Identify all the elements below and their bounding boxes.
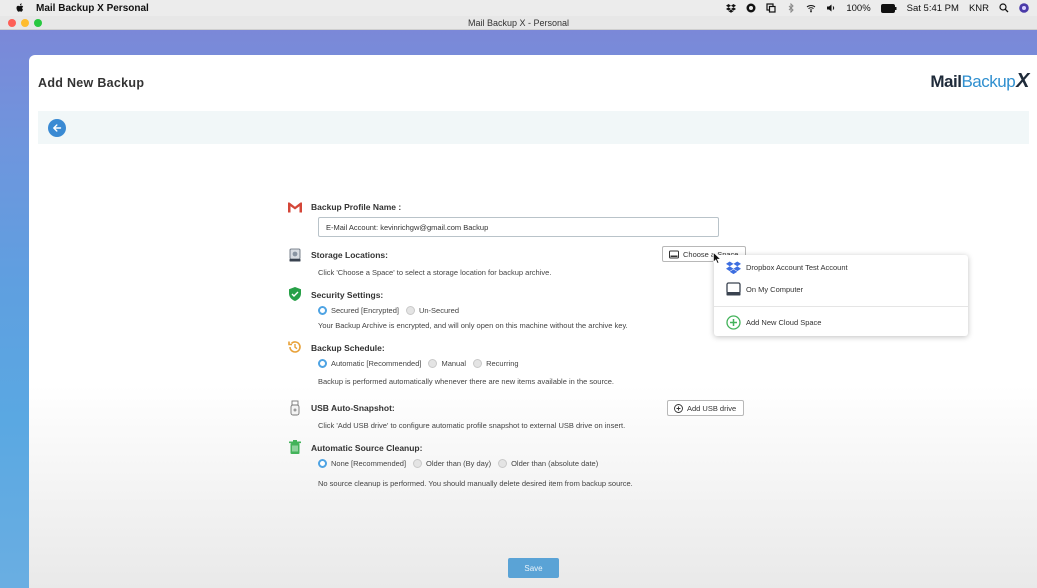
schedule-description: Backup is performed automatically whenev… (318, 377, 614, 386)
hard-drive-icon (289, 248, 301, 262)
page-title: Add New Backup (38, 76, 145, 90)
add-usb-drive-button[interactable]: Add USB drive (667, 400, 745, 416)
radio-automatic[interactable]: Automatic [Recommended] (318, 359, 421, 368)
dropdown-separator (714, 306, 968, 307)
window-titlebar[interactable]: Mail Backup X - Personal (0, 16, 1037, 30)
shield-icon (289, 287, 301, 301)
close-window-button[interactable] (8, 19, 16, 27)
radio-secured-label: Secured [Encrypted] (331, 306, 399, 315)
dropdown-item-add-cloud-space[interactable]: Add New Cloud Space (726, 315, 821, 330)
menu-bar: Mail Backup X Personal 100% Sat 5:41 PM … (0, 0, 1037, 16)
bluetooth-icon[interactable] (786, 3, 796, 13)
security-radio-group: Secured [Encrypted] Un-Secured (318, 306, 466, 315)
logo-mail: Mail (930, 72, 962, 91)
wifi-icon[interactable] (806, 3, 816, 13)
radio-manual[interactable]: Manual (428, 359, 466, 368)
add-usb-drive-label: Add USB drive (687, 403, 737, 413)
radio-button[interactable] (405, 306, 415, 315)
cleanup-radio-group: None [Recommended] Older than (By day) O… (318, 459, 605, 468)
dropdown-item-add-cloud-space-label: Add New Cloud Space (746, 318, 822, 327)
radio-button[interactable] (413, 459, 423, 468)
radio-button-selected[interactable] (318, 459, 327, 468)
history-clock-icon (288, 341, 301, 353)
dropdown-item-dropbox-label: Dropbox Account Test Account (746, 263, 848, 272)
apple-menu-icon[interactable] (14, 2, 26, 14)
radio-none[interactable]: None [Recommended] (318, 459, 406, 468)
clock[interactable]: Sat 5:41 PM (907, 3, 959, 14)
backup-schedule-label: Backup Schedule: (311, 343, 385, 353)
radio-manual-label: Manual (441, 359, 467, 368)
radio-button-selected[interactable] (318, 359, 327, 368)
radio-button[interactable] (498, 459, 508, 468)
dropdown-item-dropbox[interactable]: Dropbox Account Test Account (726, 261, 848, 274)
cleanup-description: No source cleanup is performed. You shou… (318, 479, 633, 488)
radio-button[interactable] (428, 359, 438, 368)
keyboard-input-source[interactable]: KNR (969, 3, 989, 14)
hard-disk-icon (726, 282, 741, 296)
nav-toolbar (38, 111, 1029, 144)
minimize-window-button[interactable] (21, 19, 29, 27)
radio-recurring[interactable]: Recurring (473, 359, 519, 368)
record-status-icon[interactable] (746, 3, 756, 13)
profile-name-input[interactable] (318, 217, 719, 237)
radio-older-by-day-label: Older than (By day) (426, 459, 492, 468)
dropdown-item-on-my-computer[interactable]: On My Computer (726, 282, 803, 296)
radio-unsecured[interactable]: Un-Secured (405, 306, 459, 315)
dropbox-status-icon[interactable] (726, 3, 737, 13)
logo-backup: Backup (961, 72, 1016, 91)
radio-none-label: None [Recommended] (331, 459, 407, 468)
window-controls (8, 19, 42, 27)
dropdown-item-on-my-computer-label: On My Computer (746, 284, 804, 294)
schedule-radio-group: Automatic [Recommended] Manual Recurring (318, 359, 526, 368)
security-description: Your Backup Archive is encrypted, and wi… (318, 321, 628, 330)
storage-description: Click 'Choose a Space' to select a stora… (318, 268, 552, 277)
user-avatar-icon[interactable] (1019, 3, 1029, 13)
radio-older-by-day[interactable]: Older than (By day) (413, 459, 491, 468)
radio-button-selected[interactable] (318, 306, 327, 315)
usb-drive-icon (290, 400, 300, 416)
zoom-window-button[interactable] (34, 19, 42, 27)
brand-logo: Mail Backup X (930, 70, 1029, 93)
radio-button[interactable] (473, 359, 483, 368)
add-circle-icon (726, 315, 741, 330)
radio-recurring-label: Recurring (486, 359, 519, 368)
gmail-icon (288, 202, 302, 213)
back-button[interactable] (48, 119, 66, 137)
volume-icon[interactable] (826, 3, 836, 13)
radio-secured[interactable]: Secured [Encrypted] (318, 306, 399, 315)
usb-auto-snapshot-label: USB Auto-Snapshot: (311, 403, 395, 413)
trash-icon (289, 440, 301, 454)
save-button[interactable]: Save (508, 558, 559, 578)
radio-unsecured-label: Un-Secured (418, 306, 459, 315)
security-settings-label: Security Settings: (311, 290, 384, 300)
plus-circle-icon (674, 403, 683, 413)
screens-status-icon[interactable] (766, 3, 776, 13)
radio-older-absolute[interactable]: Older than (absolute date) (498, 459, 598, 468)
battery-icon[interactable] (880, 3, 897, 13)
arrow-left-icon (53, 124, 62, 132)
battery-percent: 100% (846, 2, 871, 14)
window-title: Mail Backup X - Personal (467, 18, 570, 28)
usb-description: Click 'Add USB drive' to configure autom… (318, 421, 626, 430)
app-name-menu[interactable]: Mail Backup X Personal (36, 3, 149, 14)
drive-icon (669, 250, 679, 258)
profile-name-label: Backup Profile Name : (311, 202, 402, 212)
storage-dropdown-menu: Dropbox Account Test Account On My Compu… (714, 255, 968, 336)
status-area: 100% Sat 5:41 PM KNR (726, 0, 1029, 16)
spotlight-search-icon[interactable] (999, 3, 1009, 13)
storage-locations-label: Storage Locations: (311, 250, 388, 260)
radio-older-absolute-label: Older than (absolute date) (511, 459, 599, 468)
dropbox-icon (726, 261, 741, 274)
radio-automatic-label: Automatic [Recommended] (331, 359, 422, 368)
mouse-pointer-icon (713, 252, 722, 264)
logo-x: X (1016, 70, 1029, 92)
source-cleanup-label: Automatic Source Cleanup: (311, 443, 423, 453)
